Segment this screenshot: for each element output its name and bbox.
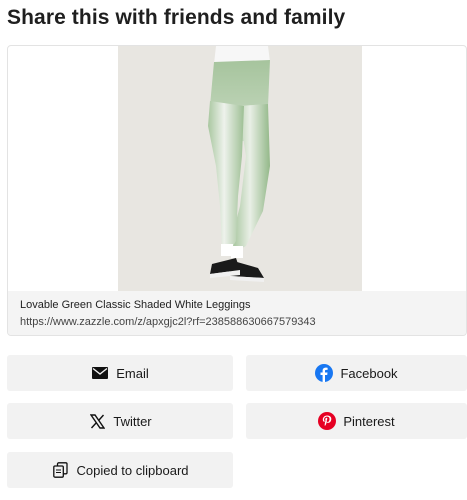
copy-link-button[interactable]: Copied to clipboard <box>7 452 233 488</box>
product-image <box>118 46 362 291</box>
pinterest-share-button[interactable]: Pinterest <box>246 403 467 439</box>
leggings-illustration <box>208 46 270 282</box>
email-share-label: Email <box>116 365 149 381</box>
product-url[interactable]: https://www.zazzle.com/z/apxgjc2l?rf=238… <box>20 316 316 328</box>
product-name: Lovable Green Classic Shaded White Leggi… <box>20 299 251 311</box>
facebook-share-button[interactable]: Facebook <box>246 355 467 391</box>
email-share-button[interactable]: Email <box>7 355 233 391</box>
copy-link-label: Copied to clipboard <box>76 462 189 478</box>
share-preview-card: Lovable Green Classic Shaded White Leggi… <box>7 45 467 336</box>
pinterest-share-label: Pinterest <box>343 413 395 429</box>
x-logo-icon <box>88 412 106 430</box>
facebook-icon <box>315 364 334 382</box>
facebook-share-label: Facebook <box>340 365 398 381</box>
copy-icon <box>51 461 69 479</box>
pinterest-icon <box>318 412 337 430</box>
envelope-icon <box>91 364 109 382</box>
page-title: Share this with friends and family <box>7 6 346 29</box>
twitter-share-label: Twitter <box>113 413 152 429</box>
twitter-share-button[interactable]: Twitter <box>7 403 233 439</box>
product-info: Lovable Green Classic Shaded White Leggi… <box>8 291 466 335</box>
